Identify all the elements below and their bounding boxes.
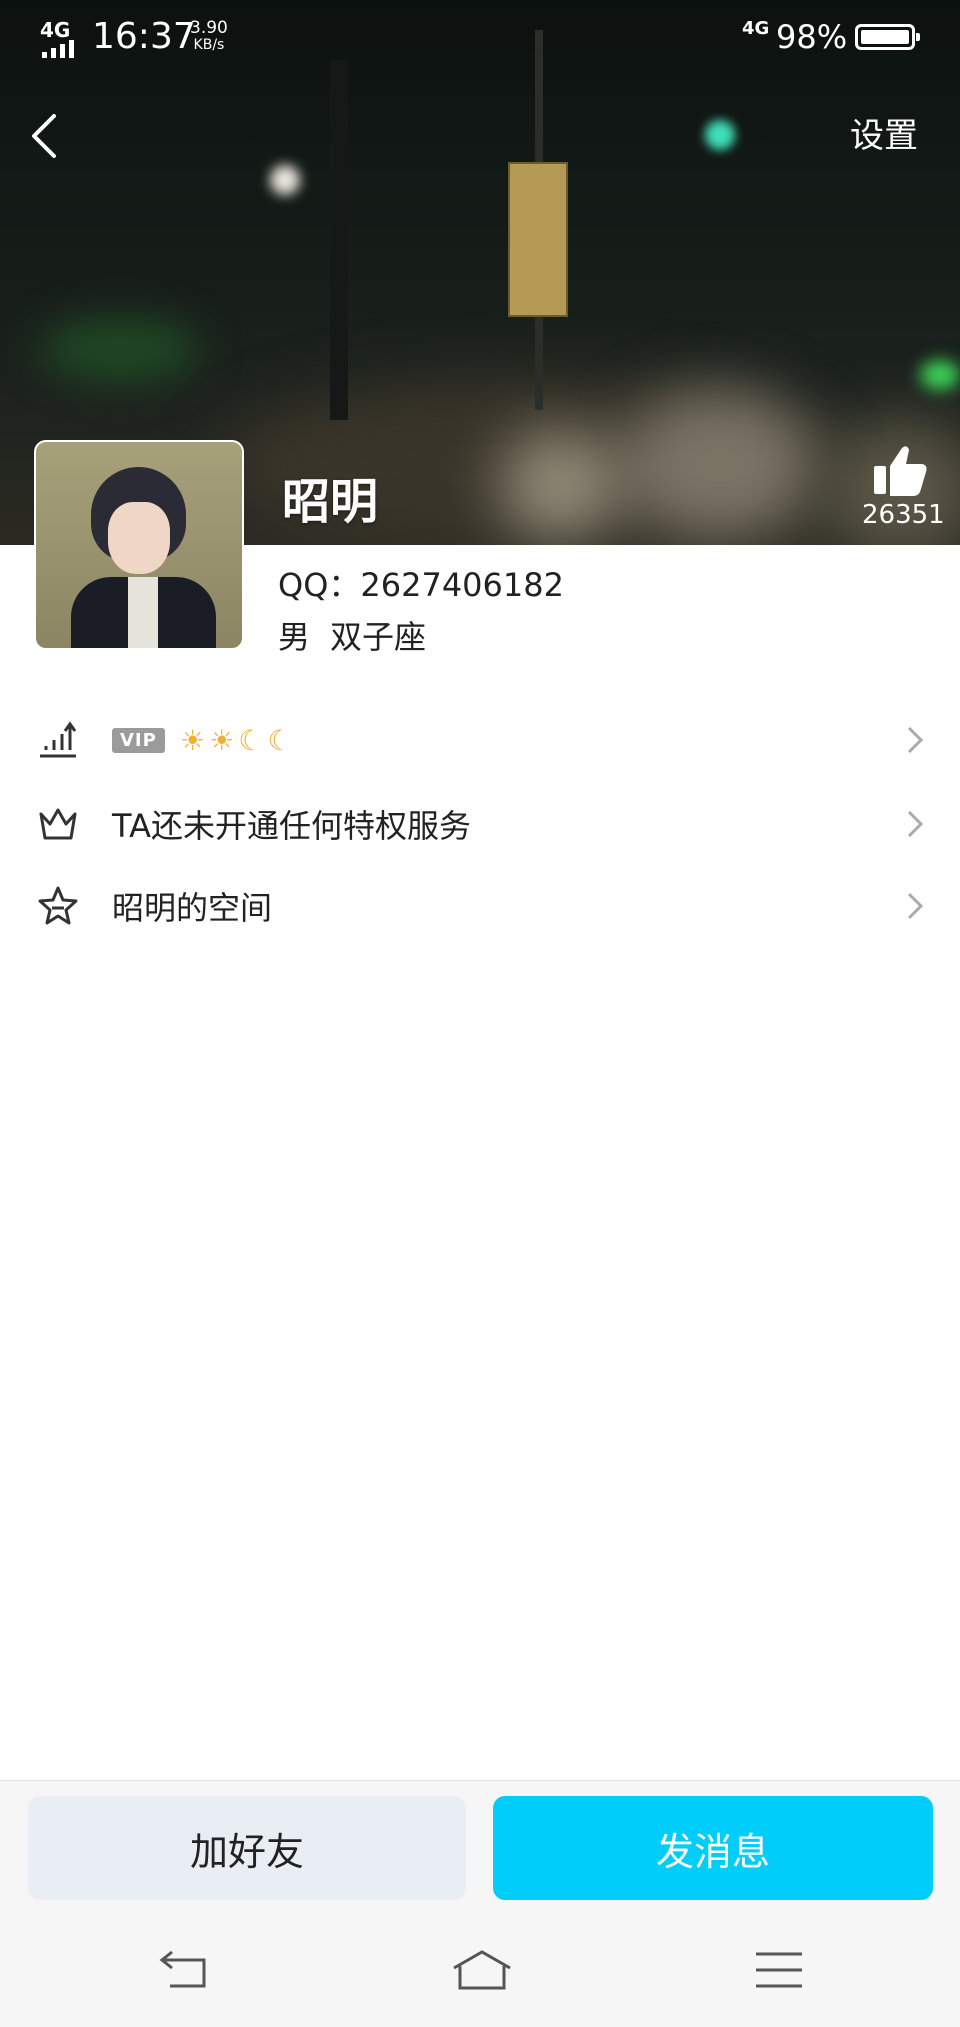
add-friend-button[interactable]: 加好友: [28, 1796, 466, 1900]
menu-nav-icon[interactable]: [752, 1948, 808, 1992]
avatar-face: [108, 502, 170, 574]
moon-icon: ☾: [238, 723, 264, 757]
network-speed: 3.90 KB/s: [190, 20, 228, 54]
chevron-right-icon: [907, 892, 924, 920]
chevron-right-icon: [907, 810, 924, 838]
sun-icon: ☀: [180, 723, 206, 757]
row-privilege[interactable]: TA还未开通任何特权服务: [0, 784, 960, 864]
row-level[interactable]: VIP ☀ ☀ ☾ ☾: [0, 700, 960, 780]
photo-figure: [620, 390, 820, 540]
send-message-button[interactable]: 发消息: [493, 1796, 933, 1900]
battery-icon: [855, 24, 920, 50]
space-text: 昭明的空间: [112, 889, 273, 927]
photo-pole: [330, 60, 348, 420]
back-nav-icon[interactable]: [158, 1948, 214, 1992]
photo-banner: [508, 162, 568, 317]
speed-value: 3.90: [190, 18, 228, 38]
photo-light: [920, 360, 960, 390]
network-type-left: 4G: [40, 18, 71, 42]
thumbs-up-icon: [874, 446, 927, 496]
home-nav-icon[interactable]: [450, 1948, 514, 1992]
photo-light: [270, 165, 300, 195]
privilege-text: TA还未开通任何特权服务: [112, 807, 471, 845]
gender: 男: [278, 618, 311, 656]
vip-badge: VIP: [112, 727, 165, 753]
photo-figure: [500, 430, 620, 540]
chevron-right-icon: [907, 726, 924, 754]
chevron-left-icon: [32, 114, 56, 158]
battery-percent: 98%: [776, 18, 848, 56]
photo-light: [705, 120, 735, 150]
like-button[interactable]: [870, 442, 930, 498]
back-button[interactable]: [22, 106, 72, 166]
profile-name: 昭明: [282, 474, 379, 530]
avatar-shirt: [128, 577, 158, 648]
qq-number: QQ：2627406182: [278, 566, 564, 604]
sun-icon: ☀: [209, 723, 235, 757]
profile-meta: 男 双子座: [278, 612, 426, 658]
zodiac: 双子座: [330, 618, 427, 656]
like-count: 26351: [862, 500, 945, 530]
settings-button[interactable]: 设置: [850, 108, 918, 157]
avatar[interactable]: [34, 440, 244, 650]
crown-icon: [39, 808, 77, 840]
status-bar: 4G 16:37 3.90 KB/s 4G 98%: [0, 0, 960, 76]
level-up-icon: [40, 721, 77, 758]
clock: 16:37: [92, 16, 196, 57]
moon-icon: ☾: [267, 723, 293, 757]
photo-foliage: [40, 320, 200, 380]
speed-unit: KB/s: [193, 37, 225, 53]
level-icons: ☀ ☀ ☾ ☾: [180, 724, 292, 757]
star-icon: [38, 886, 78, 925]
row-space[interactable]: 昭明的空间: [0, 866, 960, 946]
signal-icon: [42, 40, 74, 58]
network-type-right: 4G: [742, 18, 770, 39]
